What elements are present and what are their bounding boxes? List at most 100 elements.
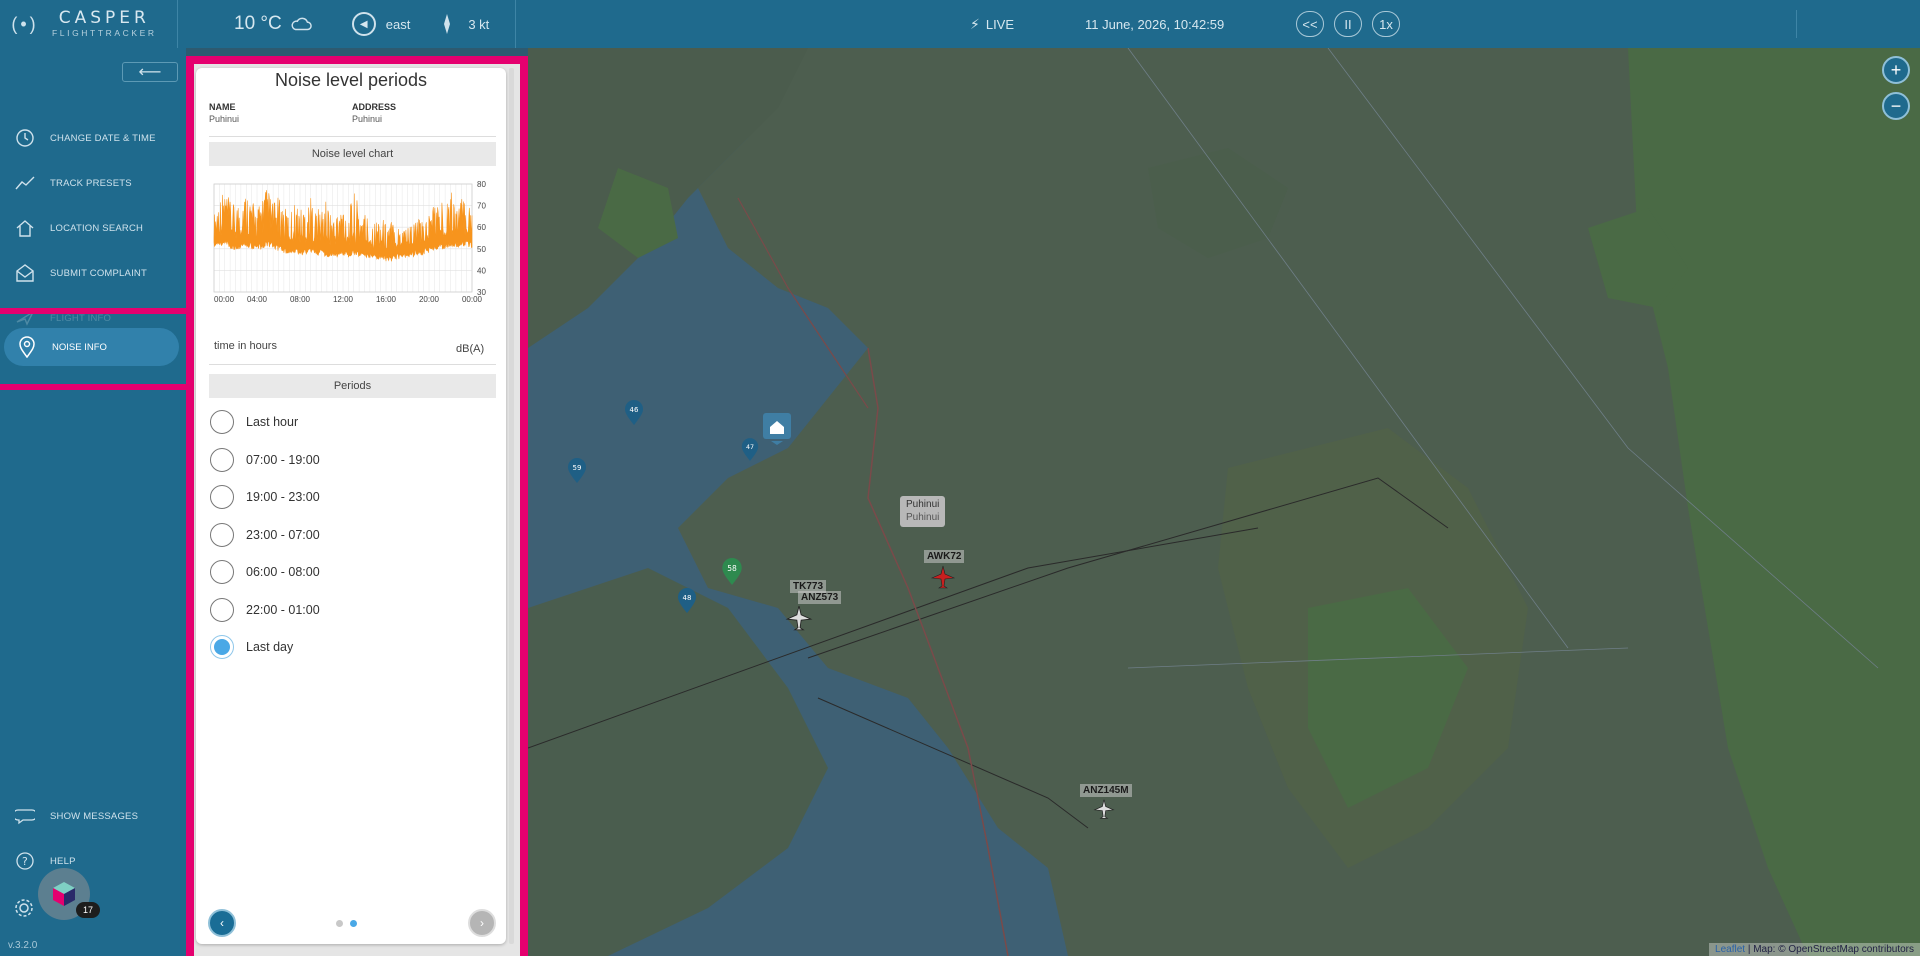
collapse-sidebar-button[interactable]: ⟵ [122, 62, 178, 82]
period-radio[interactable] [210, 447, 234, 472]
period-option[interactable]: Last day [210, 634, 293, 660]
period-option[interactable]: 07:00 - 19:00 [210, 447, 320, 473]
sidebar-item-label: CHANGE DATE & TIME [50, 132, 156, 144]
period-radio[interactable] [210, 485, 234, 509]
period-label: 07:00 - 19:00 [246, 452, 320, 467]
sidebar-item-submit-complaint[interactable]: SUBMIT COMPLAINT [0, 253, 186, 293]
period-option[interactable]: Last hour [210, 409, 298, 435]
radar-logo-icon: (•) [11, 13, 39, 34]
zoom-out-button[interactable]: − [1882, 92, 1910, 120]
wind-sock-icon [444, 14, 451, 34]
sidebar-item-show-messages[interactable]: SHOW MESSAGES [0, 796, 186, 836]
y-tick-label: 60 [477, 223, 486, 232]
zoom-in-button[interactable]: + [1882, 56, 1910, 84]
chart-y-axis-label: dB(A) [456, 343, 485, 355]
location-pin-icon: 48 [678, 588, 696, 613]
chevron-left-icon: ‹ [220, 916, 224, 930]
next-page-button[interactable]: › [468, 909, 496, 937]
playback-controls: << II 1x [1296, 0, 1400, 48]
noise-level-chart: 80706050403000:00 04:00 08:00 12:00 16:00 20:… [213, 180, 486, 304]
map-view[interactable]: + − Puhinui Puhinui 46 59 47 48 58 AWK72… [528, 48, 1920, 956]
period-label: Last hour [246, 415, 299, 429]
svg-text:58: 58 [727, 564, 737, 573]
period-radio[interactable] [210, 560, 234, 584]
period-option[interactable]: 19:00 - 23:00 [210, 484, 320, 510]
lightning-icon: ⚡ [970, 15, 980, 32]
gear-icon[interactable] [12, 896, 36, 920]
svg-text:47: 47 [746, 444, 754, 451]
sidebar-item-label: SHOW MESSAGES [50, 810, 139, 822]
wind-direction: east [385, 16, 411, 32]
page-dot[interactable] [350, 920, 357, 927]
map-tiles [528, 48, 1920, 956]
flight-label[interactable]: ANZ573 [798, 591, 842, 604]
logo-subtitle: FLIGHTTRACKER [52, 28, 157, 39]
sidebar-item-noise-info[interactable]: NOISE INFO [4, 328, 179, 366]
sidebar-item-location-search[interactable]: LOCATION SEARCH [0, 208, 186, 248]
cloud-icon [291, 17, 312, 31]
speed-button[interactable]: 1x [1372, 11, 1400, 37]
sidebar-item-label: HELP [50, 855, 76, 867]
map-attribution: Leaflet | Map: © OpenStreetMap contribut… [1709, 943, 1920, 956]
envelope-icon [14, 262, 36, 284]
sidebar-item-help[interactable]: ? HELP [0, 841, 186, 881]
period-radio[interactable] [210, 522, 234, 547]
flight-label[interactable]: ANZ145M [1080, 784, 1132, 797]
location-pin-icon: 46 [625, 400, 643, 425]
period-radio[interactable] [210, 635, 234, 659]
location-pin-icon: 47 [741, 438, 759, 461]
current-datetime: 11 June, 2026, 10:42:59 [1085, 16, 1225, 32]
x-tick-label: 04:00 [247, 295, 268, 304]
sidebar: ⟵ CHANGE DATE & TIME TRACK PRESETS LOCAT… [0, 48, 204, 956]
period-label: 19:00 - 23:00 [246, 490, 320, 504]
svg-text:46: 46 [630, 406, 639, 414]
previous-page-button[interactable]: ‹ [208, 909, 236, 937]
divider [209, 364, 496, 365]
home-icon [14, 217, 36, 239]
arrow-left-icon: ⟵ [138, 64, 162, 81]
period-radio[interactable] [210, 410, 234, 434]
address-label: ADDRESS [352, 102, 397, 112]
version-label: v.3.2.0 [8, 940, 38, 951]
sidebar-item-change-date-time[interactable]: CHANGE DATE & TIME [0, 118, 186, 158]
topbar-divider [1796, 10, 1797, 38]
page-dot[interactable] [336, 920, 343, 927]
x-tick-label: 16:00 [376, 295, 397, 304]
chart-x-axis-label: time in hours [214, 340, 277, 352]
period-label: 06:00 - 08:00 [246, 565, 320, 579]
name-value: Puhinui [209, 114, 240, 124]
leaflet-link[interactable]: Leaflet [1715, 944, 1745, 955]
x-tick-label: 12:00 [333, 295, 354, 304]
live-indicator[interactable]: ⚡ LIVE [970, 0, 1014, 48]
clock-icon [14, 127, 36, 149]
period-label: 22:00 - 01:00 [246, 602, 320, 617]
tooltip-title: Puhinui [906, 499, 940, 510]
cube-logo-icon [53, 882, 75, 906]
rewind-button[interactable]: << [1296, 11, 1324, 37]
notification-badge: 17 [76, 902, 100, 918]
panel-scrollbar[interactable] [509, 68, 514, 944]
svg-text:48: 48 [683, 594, 692, 602]
sidebar-item-label: NOISE INFO [52, 341, 107, 353]
period-radio[interactable] [210, 597, 234, 622]
location-pin-icon: 58 [722, 558, 742, 585]
noise-station-home-marker[interactable] [763, 413, 791, 445]
period-option[interactable]: 23:00 - 07:00 [210, 522, 320, 548]
pause-button[interactable]: II [1334, 11, 1362, 37]
sidebar-item-label: SUBMIT COMPLAINT [50, 267, 147, 279]
svg-text:?: ? [22, 855, 28, 868]
period-option[interactable]: 22:00 - 01:00 [210, 597, 320, 623]
attribution-text: | Map: © OpenStreetMap contributors [1745, 944, 1914, 955]
period-label: Last day [246, 640, 294, 654]
period-option[interactable]: 06:00 - 08:00 [210, 559, 320, 585]
svg-text:59: 59 [573, 464, 582, 472]
divider [209, 136, 496, 137]
sidebar-item-track-presets[interactable]: TRACK PRESETS [0, 163, 186, 203]
y-tick-label: 50 [477, 245, 486, 254]
periods-section-header: Periods [209, 374, 496, 398]
y-tick-label: 80 [477, 180, 486, 189]
flight-label[interactable]: AWK72 [924, 550, 965, 563]
period-label: 23:00 - 07:00 [246, 527, 320, 542]
question-icon: ? [14, 850, 36, 872]
sidebar-item-label: TRACK PRESETS [50, 177, 132, 189]
